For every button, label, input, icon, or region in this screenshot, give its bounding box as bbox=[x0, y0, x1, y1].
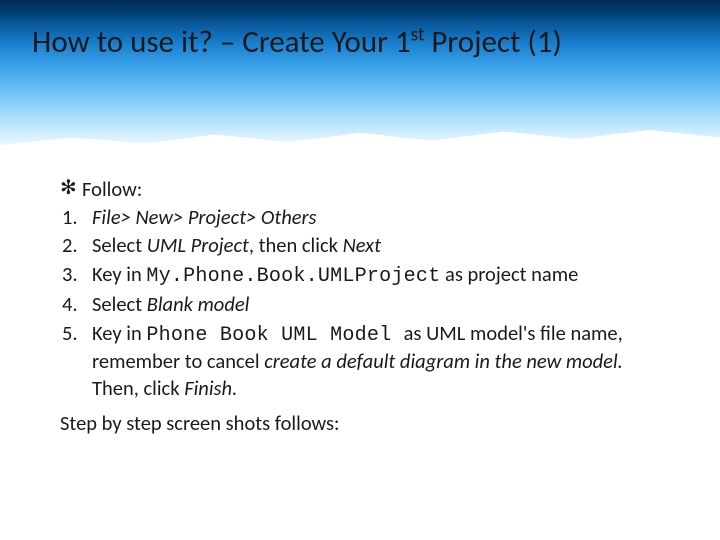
step-text-part: Key in bbox=[92, 320, 146, 346]
follow-line: ✻ Follow: bbox=[60, 176, 672, 202]
step-text-part: as project name bbox=[440, 261, 578, 287]
body-content: ✻ Follow: 1.File> New> Project> Others2.… bbox=[60, 176, 672, 403]
step-number: 1. bbox=[62, 204, 92, 230]
step-text-part: Finish. bbox=[184, 375, 237, 401]
step-number: 3. bbox=[62, 261, 92, 287]
step-text: Select Blank model bbox=[92, 291, 672, 317]
step-text-part: Key in bbox=[92, 261, 146, 287]
step-text-part: create a default diagram in the new mode… bbox=[264, 348, 623, 374]
title-pre: How to use it? – Create Your 1 bbox=[32, 23, 411, 61]
step-text-part: File> New> Project> Others bbox=[92, 204, 317, 230]
slide: How to use it? – Create Your 1st Project… bbox=[0, 0, 720, 540]
step-number: 2. bbox=[62, 232, 92, 258]
step-text-part: Next bbox=[343, 232, 381, 258]
step-text-part: My.Phone.Book.UMLProject bbox=[146, 265, 440, 288]
step-text: File> New> Project> Others bbox=[92, 204, 672, 230]
slide-title: How to use it? – Create Your 1st Project… bbox=[32, 24, 692, 61]
follow-label: Follow: bbox=[82, 176, 672, 202]
bullet-icon: ✻ bbox=[60, 176, 82, 202]
steps-list: 1.File> New> Project> Others2.Select UML… bbox=[60, 204, 672, 401]
step-text-part: Select bbox=[92, 291, 147, 317]
step-row: 5.Key in Phone Book UML Model as UML mod… bbox=[62, 320, 672, 401]
step-text-part: , then click bbox=[249, 232, 343, 258]
step-number: 4. bbox=[62, 291, 92, 317]
step-row: 1.File> New> Project> Others bbox=[62, 204, 672, 230]
footer-text: Step by step screen shots follows: bbox=[60, 410, 680, 436]
step-text-part: Phone Book UML Model bbox=[146, 324, 403, 347]
step-text: Select UML Project, then click Next bbox=[92, 232, 672, 258]
title-sup: st bbox=[411, 24, 425, 47]
step-row: 3.Key in My.Phone.Book.UMLProject as pro… bbox=[62, 261, 672, 290]
step-number: 5. bbox=[62, 320, 92, 346]
step-text-part: Select bbox=[92, 232, 147, 258]
step-text-part: Blank model bbox=[147, 291, 250, 317]
step-row: 4.Select Blank model bbox=[62, 291, 672, 317]
step-text-part: Then, click bbox=[92, 375, 184, 401]
step-text: Key in My.Phone.Book.UMLProject as proje… bbox=[92, 261, 672, 290]
step-row: 2.Select UML Project, then click Next bbox=[62, 232, 672, 258]
title-post: Project (1) bbox=[424, 23, 562, 61]
step-text: Key in Phone Book UML Model as UML model… bbox=[92, 320, 672, 401]
step-text-part: UML Project bbox=[147, 232, 249, 258]
